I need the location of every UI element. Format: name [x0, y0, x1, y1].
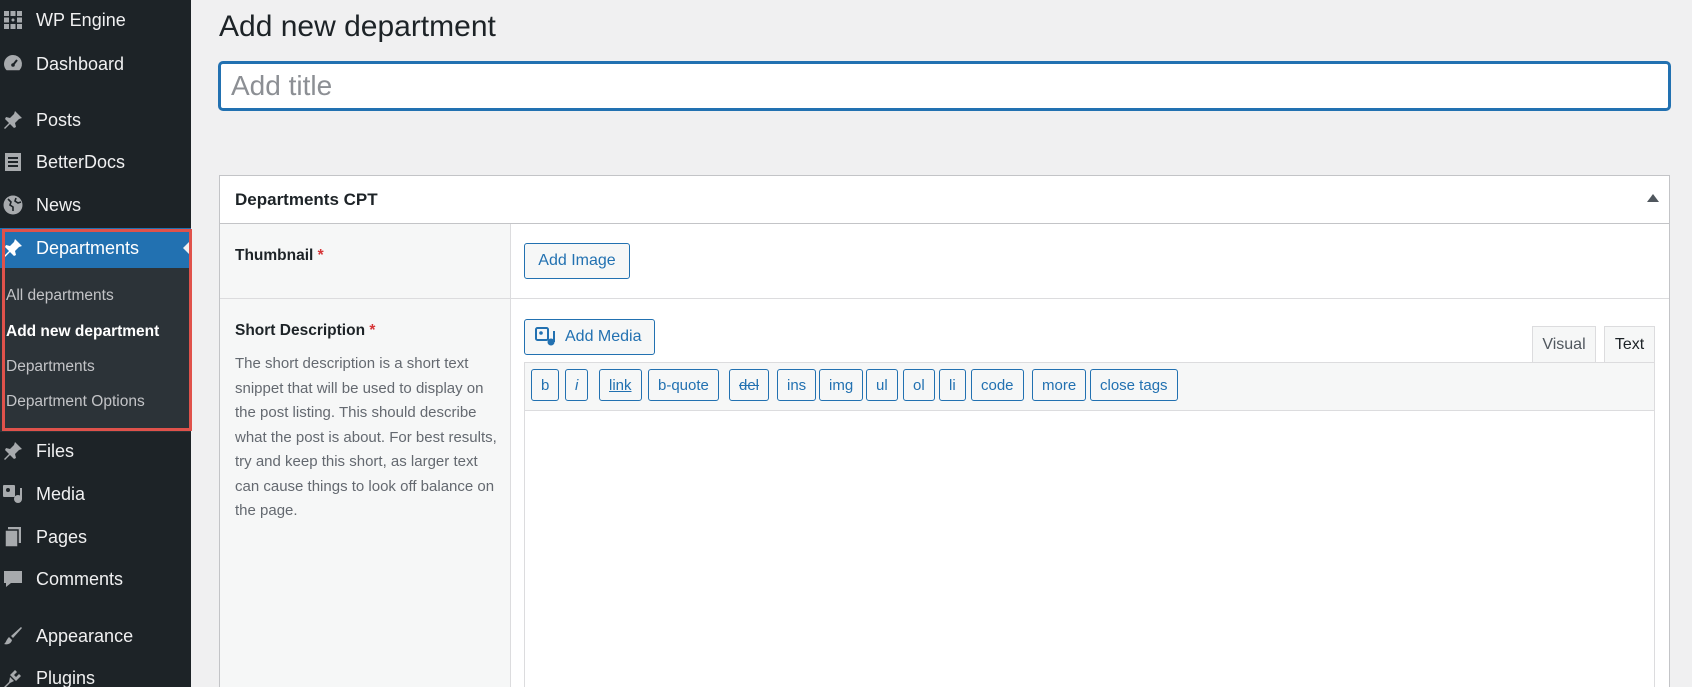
tab-visual[interactable]: Visual — [1532, 326, 1596, 363]
add-media-icon — [535, 326, 557, 348]
menu-label: Dashboard — [36, 53, 125, 74]
menu-label: Media — [36, 483, 86, 504]
menu-label: BetterDocs — [36, 151, 126, 172]
menu-item-appearance[interactable]: Appearance — [0, 616, 191, 656]
pages-icon — [0, 524, 26, 550]
thumbnail-label-text: Thumbnail — [235, 247, 314, 264]
menu-label: WP Engine — [36, 9, 126, 30]
comment-icon — [0, 566, 26, 592]
pin-icon — [0, 235, 26, 261]
quicktag-ul-button[interactable]: ul — [866, 369, 898, 401]
quicktag-blockquote-button[interactable]: b-quote — [648, 369, 719, 401]
departments-submenu: All departments Add new department Depar… — [0, 268, 191, 432]
docs-icon — [0, 149, 26, 175]
quicktag-del-button[interactable]: del — [729, 369, 770, 401]
required-mark: * — [369, 322, 376, 339]
quicktags-toolbar: b i link b-quote del ins img ul ol li co… — [525, 363, 1654, 411]
short-description-textarea[interactable] — [525, 411, 1654, 687]
departments-cpt-metabox: Departments CPT Thumbnail * Add Image Sh… — [219, 175, 1670, 687]
metabox-header: Departments CPT — [220, 176, 1669, 224]
menu-item-comments[interactable]: Comments — [0, 559, 191, 599]
quicktag-link-button[interactable]: link — [599, 369, 642, 401]
menu-item-pages[interactable]: Pages — [0, 517, 191, 557]
add-image-button[interactable]: Add Image — [524, 243, 630, 279]
quicktag-close-tags-button[interactable]: close tags — [1090, 369, 1178, 401]
quicktag-ins-button[interactable]: ins — [777, 369, 817, 401]
menu-label: Plugins — [36, 667, 96, 687]
short-description-help: The short description is a short text sn… — [235, 355, 497, 519]
quicktag-code-button[interactable]: code — [971, 369, 1024, 401]
brush-icon — [0, 623, 26, 649]
tab-text[interactable]: Text — [1604, 326, 1655, 363]
metabox-title: Departments CPT — [235, 190, 378, 209]
collapse-toggle-icon[interactable] — [1647, 194, 1659, 202]
submenu-all-departments[interactable]: All departments — [6, 287, 114, 305]
quicktag-bold-button[interactable]: b — [531, 369, 560, 401]
menu-label: Departments — [36, 237, 140, 258]
menu-item-news[interactable]: News — [0, 185, 191, 225]
wp-engine-icon — [0, 7, 26, 33]
required-mark: * — [317, 247, 324, 264]
media-icon — [0, 481, 26, 507]
menu-item-files[interactable]: Files — [0, 431, 191, 471]
menu-label: Files — [36, 440, 75, 461]
pin-icon — [0, 107, 26, 133]
menu-item-betterdocs[interactable]: BetterDocs — [0, 142, 191, 182]
menu-label: Posts — [36, 109, 82, 130]
row-divider — [220, 298, 1669, 299]
menu-item-posts[interactable]: Posts — [0, 100, 191, 140]
admin-sidebar: WP Engine Dashboard Posts BetterDocs New… — [0, 0, 192, 687]
submenu-department-options[interactable]: Department Options — [6, 393, 145, 411]
add-media-label: Add Media — [565, 328, 642, 345]
menu-item-wp-engine[interactable]: WP Engine — [0, 0, 191, 40]
menu-item-dashboard[interactable]: Dashboard — [0, 44, 191, 84]
menu-label: Appearance — [36, 625, 134, 646]
page-title: Add new department — [219, 10, 496, 43]
menu-item-media[interactable]: Media — [0, 474, 191, 514]
submenu-departments[interactable]: Departments — [6, 358, 95, 376]
quicktag-italic-button[interactable]: i — [565, 369, 589, 401]
active-indicator — [183, 240, 191, 256]
menu-label: News — [36, 194, 82, 215]
plugin-icon — [0, 665, 26, 687]
short-description-editor: b i link b-quote del ins img ul ol li co… — [524, 362, 1655, 687]
title-input[interactable] — [219, 62, 1670, 110]
thumbnail-label: Thumbnail * — [235, 247, 324, 265]
globe-icon — [0, 192, 26, 218]
menu-item-plugins[interactable]: Plugins — [0, 658, 191, 687]
menu-label: Comments — [36, 568, 124, 589]
pin-icon — [0, 438, 26, 464]
quicktag-ol-button[interactable]: ol — [903, 369, 935, 401]
short-description-label-text: Short Description — [235, 322, 366, 339]
menu-item-departments[interactable]: Departments — [0, 228, 191, 268]
add-media-button[interactable]: Add Media — [524, 319, 655, 355]
quicktag-li-button[interactable]: li — [939, 369, 966, 401]
dashboard-icon — [0, 51, 26, 77]
quicktag-img-button[interactable]: img — [819, 369, 864, 401]
quicktag-more-button[interactable]: more — [1032, 369, 1087, 401]
submenu-add-new-department[interactable]: Add new department — [6, 323, 159, 341]
short-description-label: Short Description * — [235, 322, 375, 340]
menu-label: Pages — [36, 526, 88, 547]
